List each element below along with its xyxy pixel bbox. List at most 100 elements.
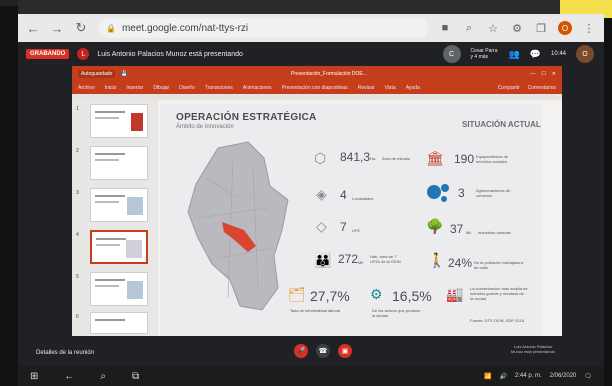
powerpoint-titlebar: Autoguardado 💾 Presentación_Formulación … [72,66,562,82]
city-map [187,141,289,311]
slide-thumbnails-pane: 1 2 3 4 5 6 [72,100,158,336]
menu-item[interactable]: Insertar [126,85,143,91]
volume-icon[interactable]: 🔊 [500,373,507,380]
aglomeraciones-label: Aglomeraciones de comercio [476,188,511,198]
browser-toolbar: ← → ↻ 🔒 meet.google.com/nat-ttys-rzi ■ ⌕… [18,14,604,42]
taskbar-date[interactable]: 2/06/2020 [550,373,577,379]
self-avatar[interactable]: O [576,45,594,63]
poblacion-label: De la población trabajadora de calle [474,260,523,270]
maximize-icon[interactable]: ☐ [541,71,545,77]
population-value: 272 [338,252,359,266]
present-note[interactable]: Luis Antonio Palacios Munoz está present… [508,344,558,354]
upz-label: UPZ [352,228,360,233]
meet-clock: 10:44 [550,51,566,57]
menu-item[interactable]: Revisar [358,85,375,91]
people-icon[interactable]: 👥 [509,49,520,60]
population-unit: Mil [358,260,364,265]
menu-right: Compartir Comentarios [498,85,556,91]
presenting-text: Luis Antonio Palacios Munoz está present… [97,50,243,58]
monitor-bezel-left [0,0,18,386]
thumb-number: 6 [76,314,79,320]
menu-item[interactable]: Inicio [105,85,117,91]
minimize-icon[interactable]: — [530,71,535,77]
source-note: Fuente: DTS OEIN, SDP 2018 [470,318,524,323]
slide-subtitle: Ámbito de Innovación [176,124,234,130]
camera-icon[interactable]: ■ [438,22,452,34]
localidades-value: 4 [340,188,347,202]
reload-icon[interactable]: ↻ [74,20,88,36]
upz-value: 7 [340,220,347,234]
close-icon[interactable]: ✕ [552,71,556,77]
camera-off-icon[interactable]: ▣ [338,344,352,358]
task-view-icon[interactable]: ⧉ [132,371,139,382]
forward-arrow-icon[interactable]: → [50,21,64,36]
slide-thumbnail[interactable] [90,272,148,306]
meet-top-right: C Cesar Parra y 4 más 👥 💬 10:44 O [442,45,594,63]
slide-thumbnail[interactable] [90,188,148,222]
equipamientos-value: 190 [454,152,475,166]
localidades-icon: ◈ [316,186,327,202]
industrias-value: 37 [450,222,464,236]
lock-icon: 🔒 [106,23,116,33]
extensions-icon[interactable]: ⚙ [510,22,524,35]
activos-value: 16,5% [392,288,432,304]
star-icon[interactable]: ☆ [486,22,500,35]
poblacion-value: 24% [448,256,473,270]
browser-menu-icon[interactable]: ⋮ [582,22,596,35]
document-title: Presentación_Formulación DOE... [291,71,367,77]
recording-badge: GRABANDO [26,49,70,59]
taskbar-time[interactable]: 2:44 p. m. [515,373,542,379]
slide-thumbnail[interactable] [90,312,148,334]
menu-item[interactable]: Presentación con diapositivas [282,85,348,91]
profile-avatar[interactable]: O [558,21,572,35]
meeting-details-link[interactable]: Detalles de la reunión [36,350,94,356]
address-bar[interactable]: 🔒 meet.google.com/nat-ttys-rzi [98,18,428,38]
gear-dollar-icon: ⚙ [370,286,383,302]
menu-item[interactable]: Diseño [179,85,195,91]
network-icon[interactable]: 📶 [484,373,491,380]
thumb-number: 1 [76,106,79,112]
save-icon[interactable]: 💾 [121,71,127,77]
aglomeraciones-value: 3 [458,186,465,200]
area-value: 841,3 [340,150,371,164]
address-url: meet.google.com/nat-ttys-rzi [121,22,249,34]
bubbles-icon [427,184,449,202]
comments-button[interactable]: Comentarios [528,85,556,91]
slide-thumbnail[interactable] [90,104,148,138]
system-tray: 📶 🔊 2:44 p. m. 2/06/2020 🗨 [484,373,592,380]
mic-off-icon[interactable]: 🎤 [294,344,308,358]
windows-start-icon[interactable]: ⊞ [30,371,38,382]
search-icon[interactable]: ⌕ [462,22,476,35]
concentracion-label: La concentración más amplia de industria… [470,286,528,301]
population-label: Hab. área de 7 UPZs de la OEIN [370,254,401,264]
slide-thumbnail-selected[interactable] [90,230,148,264]
back-arrow-icon[interactable]: ← [26,21,40,36]
slide-thumbnail[interactable] [90,146,148,180]
search-icon[interactable]: ⌕ [100,371,106,382]
menu-item[interactable]: Archivo [78,85,95,91]
autosave-toggle[interactable]: Autoguardado [78,70,116,78]
monitor-bezel-right [604,0,612,386]
menu-item[interactable]: Ayuda [406,85,420,91]
menu-item[interactable]: Dibujar [153,85,169,91]
worker-icon: 🚶 [428,252,446,268]
area-label: Área de estudio [382,156,411,161]
chat-icon[interactable]: 💬 [530,49,541,60]
informalidad-label: Tasa de informalidad laboral [290,308,341,313]
hang-up-icon[interactable]: ☎ [316,344,330,358]
thumb-number: 3 [76,190,79,196]
menu-item[interactable]: Transiciones [205,85,233,91]
menu-item[interactable]: Animaciones [243,85,272,91]
activos-label: De los activos que produce la ciudad [372,308,421,318]
share-button[interactable]: Compartir [498,85,520,91]
notifications-icon[interactable]: 🗨 [584,373,592,380]
cast-icon[interactable]: ❐ [534,22,548,35]
menu-item[interactable]: Vista [385,85,396,91]
back-icon[interactable]: ← [64,371,74,382]
participant-thumbnail[interactable]: C [442,45,461,63]
area-icon: ⬡ [314,150,327,166]
windows-taskbar: ⊞ ← ⌕ ⧉ 📶 🔊 2:44 p. m. 2/06/2020 🗨 [18,366,604,386]
building-icon: 🏛 [426,150,444,166]
localidades-label: Localidades [352,196,374,201]
factory-icon: 🏭 [446,286,464,302]
